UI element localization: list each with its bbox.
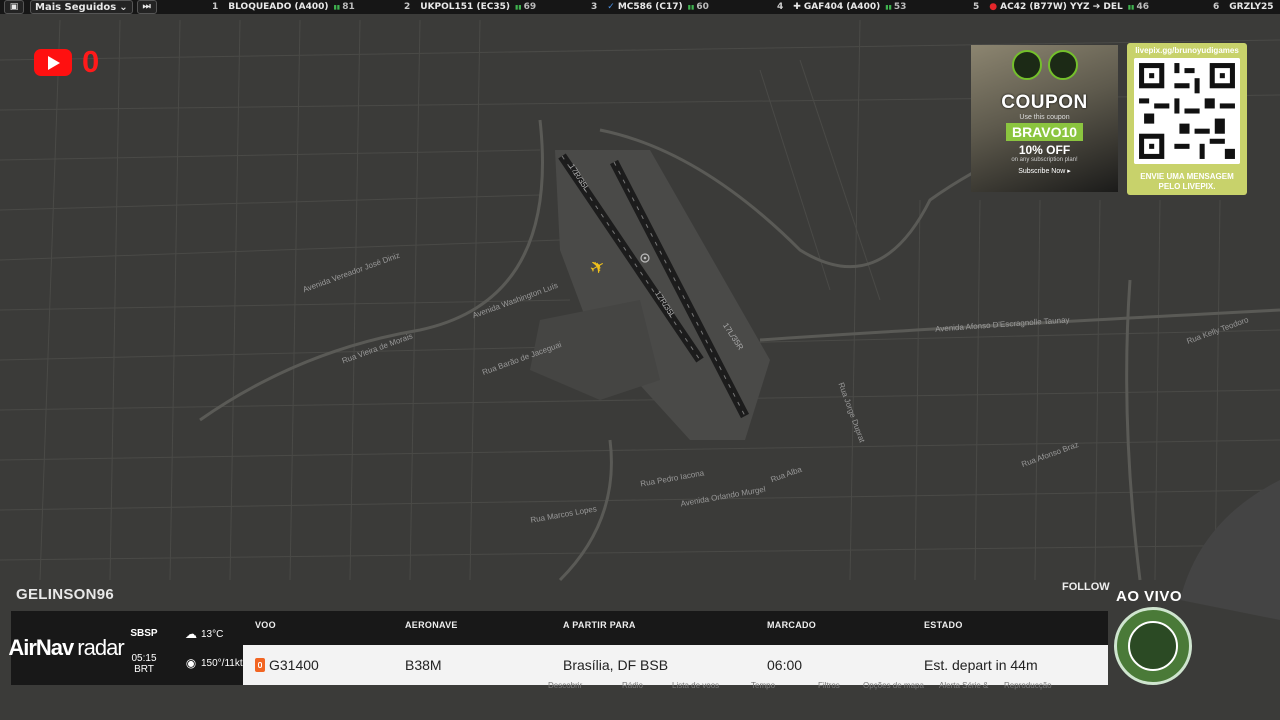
youtube-counter: 0	[34, 44, 99, 80]
flight-rank: 6	[1213, 2, 1220, 12]
top-flights-bar: ▣ Mais Seguidos ⌄ ⏭ 1 BLOQUEADO (A400) 8…	[0, 0, 1280, 14]
airport-code: SBSP	[130, 628, 158, 639]
header-flight: VOO	[255, 620, 276, 630]
bottom-menu: Descobrir Rádio Lista de voos Tempo Filt…	[548, 681, 1068, 690]
menu-item[interactable]: Reproducção	[1004, 681, 1052, 690]
streamer-username: GELINSON96	[16, 586, 115, 603]
sponsor-logo-icon	[1011, 50, 1042, 80]
tracked-flight[interactable]: 5 ● AC42 (B77W) YYZ ➔ DEL 46	[973, 0, 1149, 14]
youtube-icon	[34, 48, 72, 76]
follow-button[interactable]: FOLLOW	[1062, 581, 1110, 593]
scheduled-time: 06:00	[767, 657, 803, 673]
coupon-overlay: COUPON Use this coupon BRAVO10 10% OFF o…	[971, 45, 1118, 192]
qr-message-line: ENVIE UMA MENSAGEM	[1140, 172, 1234, 181]
menu-item[interactable]: Tempo	[751, 681, 775, 690]
table-row[interactable]: G31400 B38M Brasília, DF BSB 06:00 Est. …	[243, 645, 1108, 685]
wind: 150°/11kts	[201, 657, 248, 669]
header-aircraft: AERONAVE	[405, 620, 458, 630]
qr-message-line: PELO LIVEPIX.	[1158, 182, 1216, 191]
flight-status: Est. depart in 44m	[924, 657, 1038, 673]
destination: Brasília, DF BSB	[563, 657, 669, 673]
menu-item[interactable]: Filtros	[818, 681, 840, 690]
header-departing-to: A PARTIR PARA	[563, 620, 636, 630]
temperature: 13°C	[201, 628, 224, 640]
chevron-down-icon: ⌄	[119, 1, 128, 13]
coupon-discount: 10% OFF	[1018, 143, 1071, 157]
flight-rank: 4	[777, 2, 784, 12]
menu-item[interactable]: Descobrir	[548, 681, 582, 690]
flight-rank: 5	[973, 2, 980, 12]
temperature-icon: ☁	[185, 627, 197, 641]
menu-item[interactable]: Opções de mapa	[863, 681, 924, 690]
skip-icon[interactable]: ⏭	[136, 0, 157, 14]
airline-logo-icon: ✚	[793, 2, 801, 12]
aircraft-type: B38M	[405, 657, 442, 673]
flight-label: MC586 (C17)	[617, 2, 683, 12]
brand-light: radar	[77, 635, 124, 660]
flight-label: GRZLY25	[1229, 2, 1274, 12]
flight-label: BLOQUEADO (A400)	[228, 2, 329, 12]
most-tracked-dropdown[interactable]: Mais Seguidos ⌄	[30, 0, 133, 14]
coupon-note: on any subscription plan!	[1011, 157, 1078, 163]
local-time: 05:15 BRT	[131, 653, 157, 675]
coupon-logos	[971, 50, 1118, 80]
menu-item[interactable]: Lista de voos	[672, 681, 719, 690]
tracked-flight[interactable]: 4 ✚ GAF404 (A400) 53	[777, 0, 906, 14]
flight-count: 46	[1128, 2, 1149, 12]
qr-message: ENVIE UMA MENSAGEM PELO LIVEPIX.	[1127, 172, 1247, 192]
tracked-flight[interactable]: 2 UKPOL151 (EC35) 69	[404, 0, 536, 14]
flight-rank: 1	[212, 2, 219, 12]
live-label: AO VIVO	[1116, 588, 1183, 605]
weather-info: ☁ 13°C ◉ 150°/11kts	[185, 626, 248, 671]
flight-count: 53	[885, 2, 907, 12]
brand-bold: AirNav	[8, 635, 74, 660]
tracked-flight[interactable]: 3 ✓ MC586 (C17) 60	[591, 0, 709, 14]
airline-logo-icon: ●	[989, 2, 998, 12]
youtube-count: 0	[82, 44, 100, 79]
flight-label: GAF404 (A400)	[803, 2, 881, 12]
tracked-flight[interactable]: 6 GRZLY25	[1213, 0, 1273, 14]
dropdown-label: Mais Seguidos	[35, 1, 117, 13]
coupon-code: BRAVO10	[1005, 123, 1084, 141]
livepix-qr-panel: livepix.gg/brunoyudigames ENVIE UMA MENS…	[1127, 43, 1247, 195]
widget-icon[interactable]: ▣	[4, 0, 24, 14]
badge-emblem	[1128, 621, 1178, 671]
coupon-title: COUPON	[1001, 92, 1088, 113]
flight-label: AC42 (B77W) YYZ ➔ DEL	[1000, 2, 1123, 12]
coupon-footer: Subscribe Now ▸	[1018, 168, 1071, 175]
flight-rank: 3	[591, 2, 598, 12]
channel-badge-icon	[1114, 607, 1192, 685]
airport-info: SBSP 05:15 BRT	[124, 628, 164, 675]
flight-count: 69	[515, 2, 537, 12]
airnav-radar-logo: AirNav radar	[8, 611, 124, 685]
header-scheduled: MARCADO	[767, 620, 817, 630]
qr-url: livepix.gg/brunoyudigames	[1135, 46, 1239, 55]
board-header-row: VOO AERONAVE A PARTIR PARA MARCADO ESTAD…	[243, 611, 1108, 644]
airline-logo-icon	[255, 658, 265, 672]
flight-count: 81	[334, 2, 355, 12]
menu-item[interactable]: Rádio	[622, 681, 643, 690]
coupon-subtitle: Use this coupon	[1019, 114, 1070, 121]
menu-item[interactable]: Alerta Série &	[939, 681, 988, 690]
radar-logo-icon	[1047, 50, 1078, 80]
flight-count: 60	[688, 2, 709, 12]
flight-label: UKPOL151 (EC35)	[420, 2, 510, 12]
wind-icon: ◉	[185, 656, 197, 670]
qr-code-icon	[1134, 58, 1240, 164]
flight-number: G31400	[269, 657, 319, 673]
flight-rank: 2	[404, 2, 411, 12]
tracked-flight[interactable]: 1 BLOQUEADO (A400) 81	[212, 0, 355, 14]
airline-logo-icon: ✓	[607, 2, 615, 12]
header-status: ESTADO	[924, 620, 963, 630]
